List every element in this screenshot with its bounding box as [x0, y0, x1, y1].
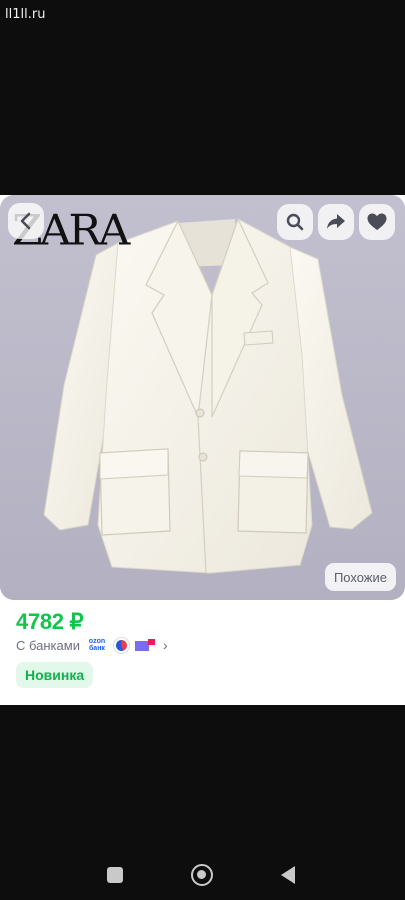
product-card: ZARA Похожие 4782 ₽ С банками ozon банк …	[0, 195, 405, 705]
heart-icon	[367, 213, 387, 230]
chevron-right-icon: ›	[162, 637, 168, 653]
chevron-left-icon	[20, 212, 31, 230]
system-navbar	[0, 850, 405, 900]
search-icon	[286, 213, 304, 231]
ozon-bank-logo: ozon банк	[88, 638, 106, 652]
back-icon[interactable]	[281, 866, 295, 884]
bank-offers-row[interactable]: С банками ozon банк ›	[16, 636, 168, 654]
product-price: 4782 ₽	[16, 609, 84, 634]
banks-label: С банками	[16, 637, 80, 653]
search-button[interactable]	[277, 204, 313, 240]
similar-button[interactable]: Похожие	[324, 563, 396, 591]
home-icon[interactable]	[191, 864, 213, 886]
flag-bank-logo	[134, 639, 155, 651]
back-button[interactable]	[8, 203, 44, 239]
share-icon	[327, 214, 345, 229]
share-button[interactable]	[318, 204, 354, 240]
favorite-button[interactable]	[359, 204, 395, 240]
circle-bank-logo	[113, 637, 129, 653]
recent-apps-icon[interactable]	[107, 867, 123, 883]
new-badge: Новинка	[16, 662, 94, 688]
screen: ll1ll.ru ZARA Похожие 4782 ₽ С банками o…	[0, 0, 405, 900]
watermark-text: ll1ll.ru	[5, 7, 46, 22]
product-photo[interactable]: ZARA Похожие	[0, 195, 405, 600]
blazer-image	[0, 195, 405, 600]
